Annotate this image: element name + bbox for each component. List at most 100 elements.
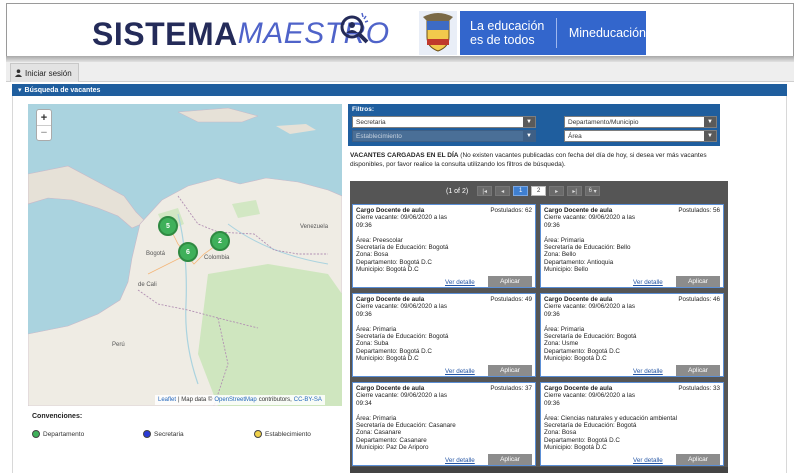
next-page-button[interactable]: ▸ — [549, 186, 565, 196]
section-title: Búsqueda de vacantes — [24, 86, 101, 94]
section-header-busqueda[interactable]: ▾ Búsqueda de vacantes — [12, 84, 787, 96]
page-root: SISTEMA MAESTRO La educación es de todos… — [0, 0, 800, 473]
vacancy-card[interactable]: Cargo Docente de aula Cierre vacante: 09/… — [352, 293, 536, 377]
secretaria-select[interactable]: Secretaria ▼ — [352, 116, 536, 128]
user-icon — [15, 69, 22, 77]
vacancy-closing: Cierre vacante: 09/06/2020 a las — [544, 303, 636, 311]
convention-label: Secretaria — [154, 430, 184, 438]
zoom-out-button[interactable]: − — [37, 125, 51, 140]
vacancy-postulados: Postulados: 37 — [490, 385, 532, 392]
map-cluster-marker[interactable]: 2 — [210, 231, 230, 251]
vacancy-area: Área: Primaria — [544, 325, 585, 333]
paginator: (1 of 2) |◂ ◂ 1 2 ▸ ▸| 6 ▾ — [350, 181, 728, 201]
page-1-button[interactable]: 1 — [513, 186, 529, 196]
establecimiento-select-value: Establecimiento — [356, 132, 402, 140]
edu-slogan-line2: es de todos — [470, 33, 535, 47]
area-select-value: Área — [568, 132, 582, 140]
vacancy-department: Departamento: Antioquia — [544, 258, 614, 266]
vacancy-spacer — [544, 407, 720, 414]
aplicar-button[interactable]: Aplicar — [488, 276, 532, 287]
vacancy-municipality: Municipio: Bogotá D.C — [544, 355, 607, 363]
leaflet-link[interactable]: Leaflet — [158, 397, 176, 403]
page-info: (1 of 2) — [446, 187, 469, 195]
top-tabbar: Iniciar sesión — [6, 62, 794, 82]
vacancy-municipality: Municipio: Bogotá D.C — [544, 444, 607, 452]
vacancy-municipality: Municipio: Paz De Ariporo — [356, 444, 429, 452]
coat-of-arms-icon — [419, 11, 457, 55]
ver-detalle-link[interactable]: Ver detalle — [445, 368, 475, 375]
aplicar-button[interactable]: Aplicar — [676, 365, 720, 376]
zoom-in-button[interactable]: + — [37, 110, 51, 125]
vacancy-zone: Zona: Bello — [544, 251, 576, 259]
osm-link[interactable]: OpenStreetMap — [214, 397, 256, 403]
ministry-label: Mineducación — [568, 26, 646, 40]
vacancy-closing-time: 09:34 — [356, 399, 372, 407]
caret-down-icon: ▾ — [18, 87, 22, 94]
establecimiento-select[interactable]: Establecimiento ▼ — [352, 130, 536, 142]
first-page-button[interactable]: |◂ — [477, 186, 493, 196]
license-link[interactable]: CC-BY-SA — [294, 397, 322, 403]
map-label-colombia: Colombia — [204, 255, 230, 261]
aplicar-button[interactable]: Aplicar — [676, 276, 720, 287]
vacancy-zone: Zona: Bosa — [356, 251, 389, 259]
map-label-cali: de Cali — [138, 282, 157, 288]
map-cluster-marker[interactable]: 5 — [158, 216, 178, 236]
cluster-count: 2 — [218, 237, 222, 245]
vacancy-card[interactable]: Cargo Docente de aula Cierre vacante: 09/… — [540, 293, 724, 377]
vacancy-card[interactable]: Cargo Docente de aula Cierre vacante: 09/… — [352, 382, 536, 466]
vacancy-card[interactable]: Cargo Docente de aula Cierre vacante: 09/… — [352, 204, 536, 288]
vacancy-card[interactable]: Cargo Docente de aula Cierre vacante: 09/… — [540, 382, 724, 466]
cluster-count: 5 — [166, 222, 170, 230]
ver-detalle-link[interactable]: Ver detalle — [445, 279, 475, 286]
blue-dot-icon — [143, 430, 151, 438]
vacancy-secretaria: Secretaría de Educación: Casanare — [356, 422, 456, 430]
filters-title: Filtros: — [352, 106, 375, 113]
ver-detalle-link[interactable]: Ver detalle — [445, 457, 475, 464]
vacancy-department: Departamento: Bogotá D.C — [356, 258, 432, 266]
brand-text-sistema: SISTEMA — [92, 16, 238, 52]
vacancy-postulados: Postulados: 62 — [490, 207, 532, 214]
convention-establecimiento: Establecimiento — [254, 430, 311, 438]
prev-page-button[interactable]: ◂ — [495, 186, 511, 196]
rows-per-page-select[interactable]: 6 ▾ — [585, 186, 601, 196]
vacancy-spacer — [544, 229, 720, 236]
ver-detalle-link[interactable]: Ver detalle — [633, 368, 663, 375]
vacancy-closing-time: 09:36 — [544, 310, 560, 318]
map-cluster-marker[interactable]: 6 — [178, 242, 198, 262]
chevron-down-icon: ▼ — [523, 117, 535, 127]
vacancy-zone: Zona: Suba — [356, 340, 389, 348]
chevron-down-icon: ▼ — [523, 131, 535, 141]
last-page-button[interactable]: ▸| — [567, 186, 583, 196]
vacancy-secretaria: Secretaría de Educación: Bogotá — [356, 333, 449, 341]
green-dot-icon — [32, 430, 40, 438]
area-select[interactable]: Área ▼ — [564, 130, 717, 142]
ver-detalle-link[interactable]: Ver detalle — [633, 457, 663, 464]
aplicar-button[interactable]: Aplicar — [488, 454, 532, 465]
vacancy-secretaria: Secretaría de Educación: Bello — [544, 244, 631, 252]
vacancy-postulados: Postulados: 46 — [678, 296, 720, 303]
vacancy-card[interactable]: Cargo Docente de aula Cierre vacante: 09/… — [540, 204, 724, 288]
vacancy-closing: Cierre vacante: 09/06/2020 a las — [356, 303, 448, 311]
vacancy-spacer — [356, 407, 532, 414]
convention-departamento: Departamento — [32, 430, 84, 438]
vacancy-municipality: Municipio: Bogotá D.C — [356, 266, 419, 274]
vacancy-zone: Zona: Bosa — [544, 429, 577, 437]
edu-slogan: La educación es de todos — [460, 19, 556, 47]
convention-secretaria: Secretaria — [143, 430, 184, 438]
vacancy-area: Área: Ciencias naturales y educación amb… — [544, 414, 678, 422]
login-tab[interactable]: Iniciar sesión — [10, 63, 79, 82]
ver-detalle-link[interactable]: Ver detalle — [633, 279, 663, 286]
conventions-title: Convenciones: — [32, 413, 83, 420]
vacancy-department: Departamento: Bogotá D.C — [356, 347, 432, 355]
vacancy-secretaria: Secretaría de Educación: Bogotá — [356, 244, 449, 252]
aplicar-button[interactable]: Aplicar — [488, 365, 532, 376]
vacancy-area: Área: Preescolar — [356, 236, 403, 244]
education-banner[interactable]: La educación es de todos Mineducación — [460, 11, 646, 55]
aplicar-button[interactable]: Aplicar — [676, 454, 720, 465]
map-label-peru: Perú — [112, 342, 125, 348]
list-bottom-strip — [350, 467, 728, 473]
departamento-select-value: Departamento/Municipio — [568, 118, 639, 126]
departamento-select[interactable]: Departamento/Municipio ▼ — [564, 116, 717, 128]
vacancy-postulados: Postulados: 33 — [678, 385, 720, 392]
page-2-button[interactable]: 2 — [531, 186, 547, 196]
